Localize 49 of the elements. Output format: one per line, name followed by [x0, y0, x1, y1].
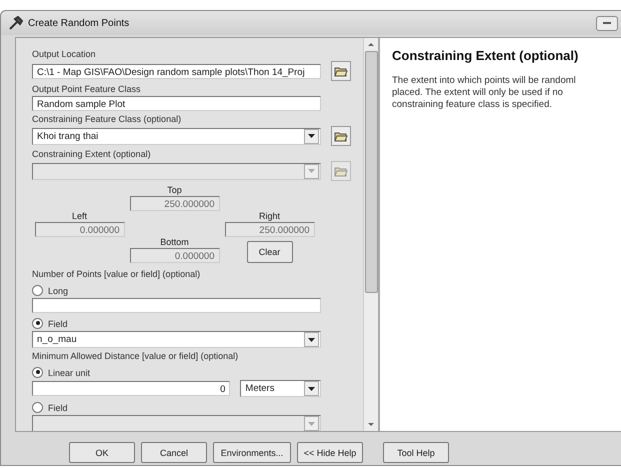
folder-icon [334, 66, 348, 76]
help-text: constraining feature class is specified. [392, 99, 553, 111]
dialog-button[interactable]: Tool Help [383, 442, 449, 463]
help-text: The extent into which points will be randoml [392, 75, 577, 87]
dialog-button[interactable]: OK [69, 442, 135, 463]
dialog-button[interactable]: Cancel [141, 442, 207, 463]
coordinate-label: Top [167, 185, 182, 196]
long-value-field[interactable] [32, 298, 321, 313]
radio-button[interactable] [32, 284, 43, 296]
output-location-field[interactable]: C:\1 - Map GIS\FAO\Design random sample plots\Thon 14_Proj [32, 64, 321, 78]
unit-dropdown[interactable]: Meters [240, 380, 321, 397]
help-text: placed. The extent will only be used if no [392, 87, 564, 99]
field-label: Number of Points [value or field] (optional) [32, 269, 202, 280]
field-dropdown[interactable] [32, 415, 321, 431]
output-class-field[interactable]: Random sample Plot [32, 96, 321, 111]
vertical-scrollbar[interactable] [363, 38, 378, 431]
dialog-button[interactable]: << Hide Help [297, 442, 363, 463]
dropdown-arrow-icon [308, 386, 315, 390]
minimize-button[interactable] [596, 16, 618, 30]
dialog-button[interactable]: Environments... [213, 442, 291, 463]
radio-button[interactable] [32, 402, 43, 412]
dropdown-arrow-icon [308, 422, 315, 426]
radio-label: Field [48, 403, 68, 414]
dropdown-arrow-icon [308, 134, 315, 138]
dropdown-arrow-icon [308, 338, 315, 342]
coordinate-label: Right [258, 211, 280, 222]
field-label: Minimum Allowed Distance [value or field] (optional) [32, 351, 240, 362]
coordinate-label: Bottom [160, 237, 189, 248]
distance-value-field[interactable]: 0 [32, 381, 230, 396]
field-label: Constraining Extent (optional) [32, 149, 152, 160]
coordinate-label: Left [72, 211, 87, 222]
field-label: Constraining Feature Class (optional) [32, 114, 182, 125]
field-dropdown[interactable]: n_o_mau [32, 331, 321, 348]
folder-icon [334, 166, 348, 176]
folder-icon [334, 130, 348, 142]
radio-label: Field [48, 319, 68, 330]
feature-class-dropdown[interactable]: Khoi trang thai [32, 128, 321, 144]
hammer-icon [9, 16, 23, 30]
radio-label: Long [48, 286, 68, 297]
help-title: Constraining Extent (optional) [392, 48, 580, 63]
radio-label: Linear unit [48, 368, 90, 379]
window-title: Create Random Points [28, 18, 130, 28]
radio-button[interactable] [32, 318, 43, 328]
dropdown-arrow-icon [308, 169, 315, 173]
radio-button[interactable] [32, 366, 43, 378]
browse-button[interactable] [331, 61, 351, 81]
field-label: Output Location [32, 49, 97, 60]
browse-button[interactable] [331, 126, 351, 146]
field-label: Output Point Feature Class [32, 84, 142, 95]
